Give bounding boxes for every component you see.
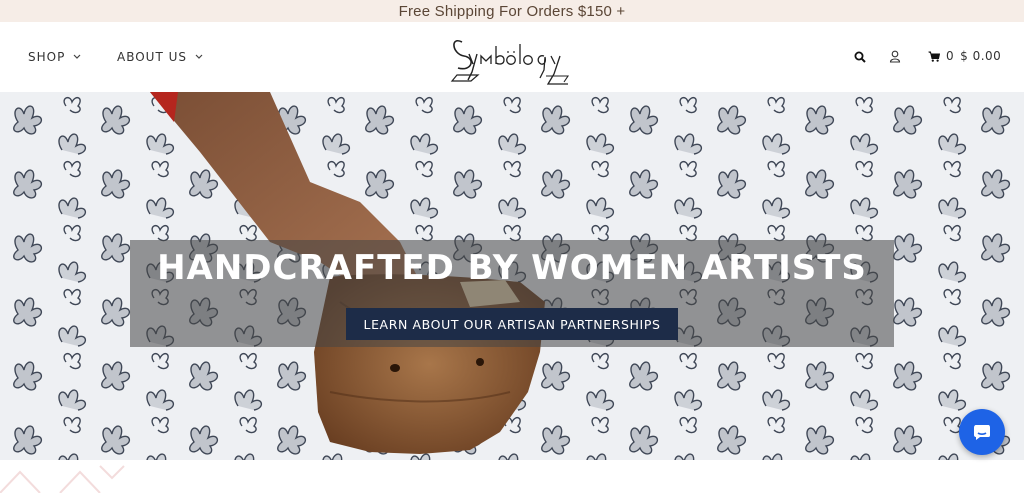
learn-artisan-button[interactable]: LEARN ABOUT OUR ARTISAN PARTNERSHIPS: [346, 308, 678, 340]
search-icon: [854, 51, 866, 63]
hero-banner: HANDCRAFTED BY WOMEN ARTISTS LEARN ABOUT…: [0, 92, 1024, 460]
user-icon: [889, 50, 901, 63]
announcement-text: Free Shipping For Orders $150 +: [398, 2, 626, 20]
nav-about-us[interactable]: ABOUT US: [117, 50, 203, 64]
chat-icon: [974, 425, 990, 440]
chevron-down-icon: [195, 54, 203, 59]
cart-total: $ 0.00: [960, 49, 1002, 63]
search-button[interactable]: [854, 51, 866, 63]
nav-shop[interactable]: SHOP: [28, 50, 81, 64]
cart-button[interactable]: 0 $ 0.00: [928, 49, 1001, 63]
cart-icon: [928, 51, 940, 62]
site-logo[interactable]: [448, 28, 576, 88]
chevron-down-icon: [73, 54, 81, 59]
account-button[interactable]: [889, 50, 901, 63]
logo-wordmark: [450, 40, 570, 85]
announcement-bar: Free Shipping For Orders $150 +: [0, 0, 1024, 22]
chat-button[interactable]: [959, 409, 1005, 455]
cart-count: 0: [946, 49, 955, 63]
site-header: SHOP ABOUT US 0 $ 0.00: [0, 22, 1024, 92]
nav-shop-label: SHOP: [28, 50, 66, 64]
below-fold-section: [0, 460, 1024, 494]
hero-title: HANDCRAFTED BY WOMEN ARTISTS: [157, 248, 867, 288]
decorative-pattern: [0, 465, 125, 494]
nav-about-label: ABOUT US: [117, 50, 188, 64]
